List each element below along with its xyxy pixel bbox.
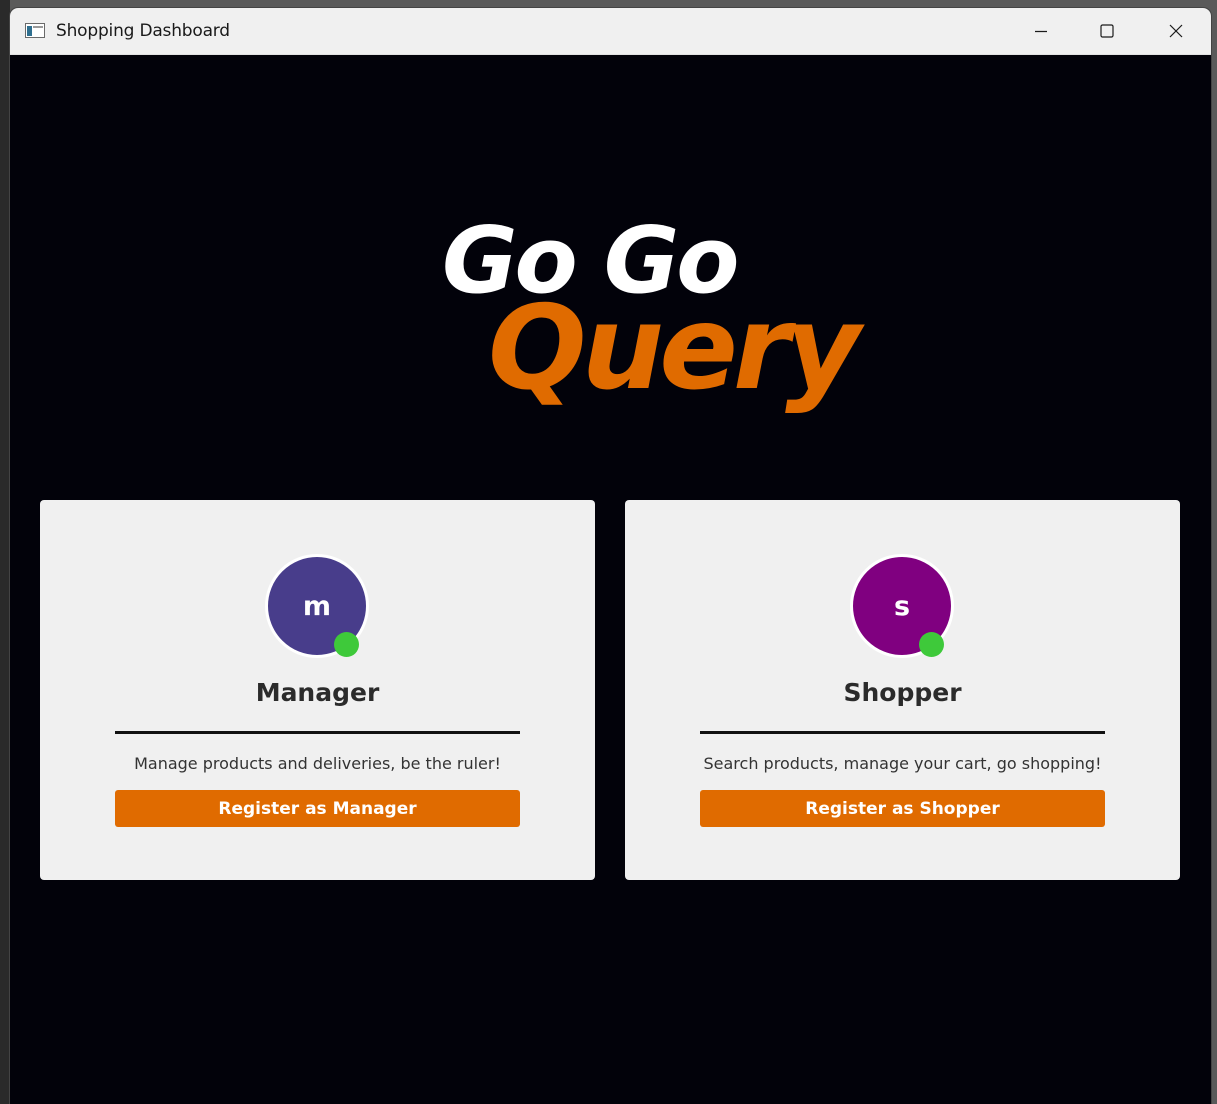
online-status-icon [919,632,944,657]
card-description: Manage products and deliveries, be the r… [134,754,501,773]
avatar-initial: m [302,590,332,622]
card-description: Search products, manage your cart, go sh… [703,754,1102,773]
dashboard-content: Go Go Query m Manager Manage products an… [10,55,1211,1104]
window-title: Shopping Dashboard [56,21,230,41]
minimize-button[interactable] [1006,8,1076,54]
shopper-card: s Shopper Search products, manage your c… [625,500,1180,880]
close-icon [1169,24,1183,38]
divider [115,731,520,734]
card-title: Shopper [843,678,962,707]
app-window: Shopping Dashboard Go Go Query m Manager… [10,8,1211,1104]
avatar-initial: s [893,590,911,622]
close-button[interactable] [1141,8,1211,54]
divider [700,731,1105,734]
online-status-icon [334,632,359,657]
logo-line-query: Query [488,281,861,416]
card-title: Manager [255,678,380,707]
desktop-background [0,0,10,1104]
title-bar[interactable]: Shopping Dashboard [10,8,1211,55]
window-app-icon [25,23,45,38]
manager-card: m Manager Manage products and deliveries… [40,500,595,880]
register-manager-button[interactable]: Register as Manager [115,790,520,827]
register-shopper-button[interactable]: Register as Shopper [700,790,1105,827]
maximize-icon [1100,24,1114,38]
maximize-button[interactable] [1072,8,1142,54]
minimize-icon [1035,30,1047,33]
